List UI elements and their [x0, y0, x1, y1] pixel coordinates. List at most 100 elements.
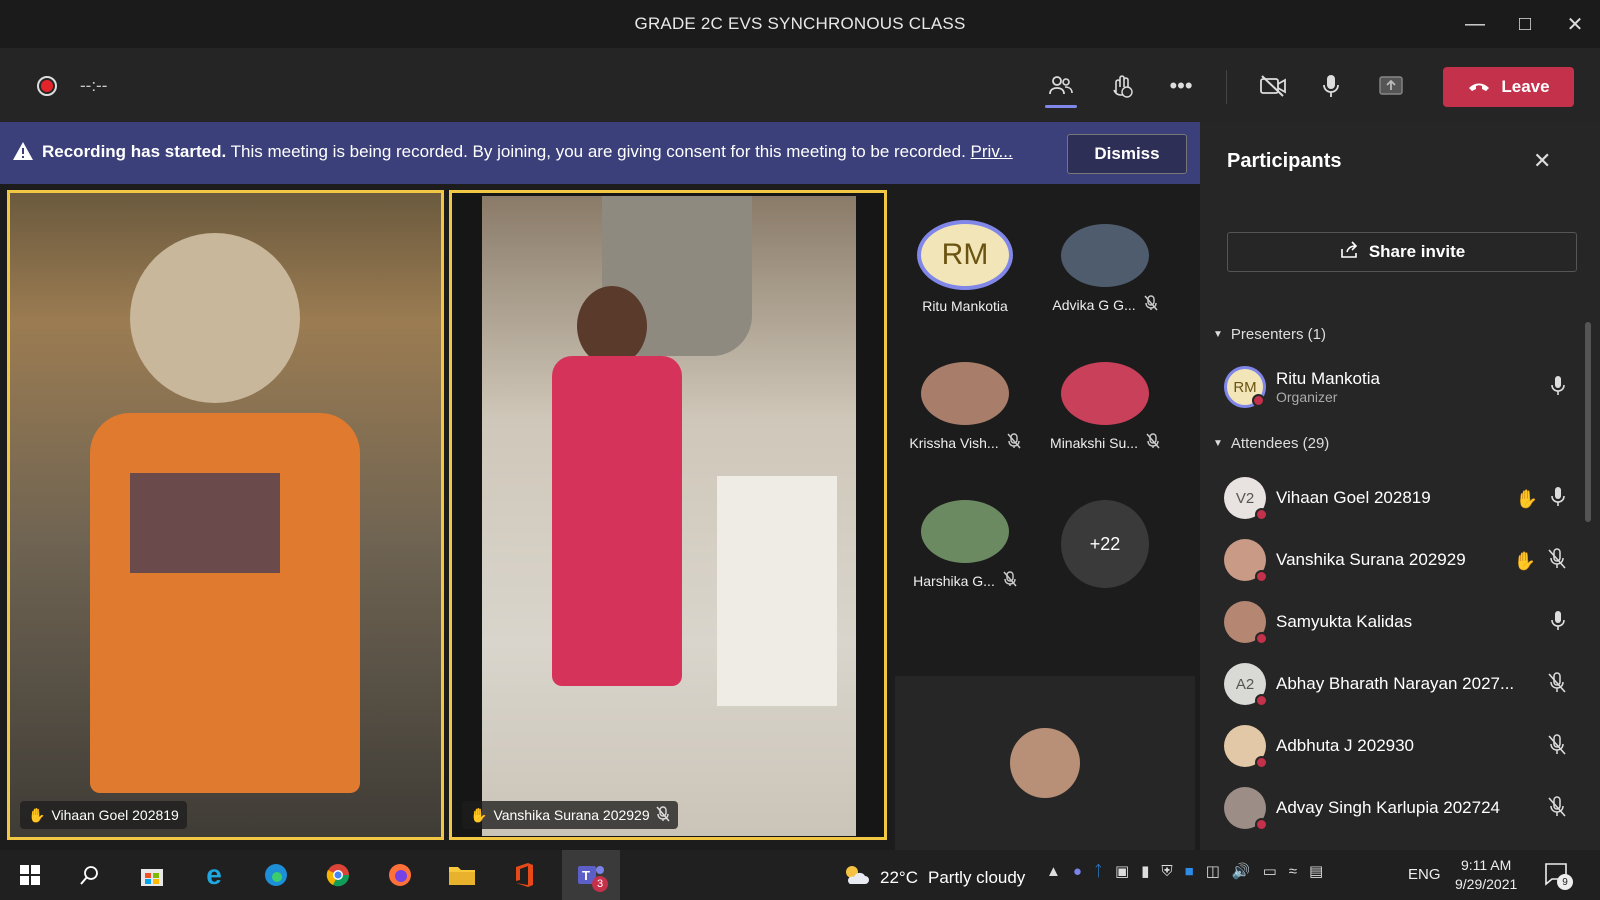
self-view[interactable]: [895, 676, 1195, 850]
avatar: [1224, 725, 1268, 769]
meeting-stage: ✋ Vihaan Goel 202819 ✋ Vanshika Surana 2…: [0, 184, 1200, 850]
avatar: RM: [1224, 366, 1266, 408]
share-icon: [1339, 240, 1359, 264]
clock[interactable]: 9:11 AM 9/29/2021: [1455, 856, 1517, 894]
reactions-icon[interactable]: [1103, 70, 1139, 102]
language-indicator[interactable]: ENG: [1408, 866, 1441, 883]
microphone-icon[interactable]: [1313, 70, 1349, 102]
meet-now-icon[interactable]: ▣: [1115, 862, 1129, 880]
dismiss-button[interactable]: Dismiss: [1067, 134, 1187, 174]
monitor-icon[interactable]: ▤: [1309, 862, 1323, 880]
minimize-icon[interactable]: —: [1450, 0, 1500, 48]
mic-off-icon: [656, 805, 670, 825]
teams-taskbar-icon[interactable]: T 3: [562, 850, 620, 900]
participants-panel: Participants ✕ Share invite ▼ Presenters…: [1200, 122, 1600, 850]
volume-icon[interactable]: 🔊: [1232, 862, 1251, 880]
close-panel-icon[interactable]: ✕: [1533, 148, 1551, 174]
participant-role: Organizer: [1276, 389, 1338, 405]
share-invite-button[interactable]: Share invite: [1227, 232, 1577, 272]
teams-badge: 3: [592, 876, 608, 892]
microphone-icon: [1550, 486, 1566, 513]
more-options-icon[interactable]: •••: [1163, 70, 1199, 102]
tile-name: Harshika G...: [913, 572, 995, 589]
mic-off-icon: [1548, 796, 1566, 823]
avatar: [1061, 362, 1149, 425]
tray-display-icon[interactable]: ◫: [1206, 862, 1220, 880]
partly-cloudy-icon: [842, 864, 870, 891]
toolbar-divider: [1226, 70, 1227, 104]
participant-row[interactable]: Samyukta Kalidas: [1224, 596, 1574, 648]
notification-center-icon[interactable]: 9: [1544, 862, 1573, 891]
video-picture-card: [130, 473, 280, 573]
mic-off-icon: [1003, 571, 1017, 590]
video-scene: [482, 196, 856, 836]
windows-start-icon[interactable]: [14, 859, 46, 891]
presenters-label: Presenters (1): [1230, 326, 1326, 343]
video-tile-vanshika[interactable]: ✋ Vanshika Surana 202929: [449, 190, 887, 840]
clock-time: 9:11 AM: [1460, 857, 1512, 873]
share-screen-icon[interactable]: [1373, 70, 1409, 102]
bluetooth-icon[interactable]: ᛏ: [1094, 863, 1103, 880]
close-window-icon[interactable]: ✕: [1550, 0, 1600, 48]
gallery-tile-harshika[interactable]: Harshika G...: [895, 460, 1035, 590]
video-name-tag: ✋ Vihaan Goel 202819: [20, 801, 187, 829]
mic-off-icon: [1548, 734, 1566, 761]
phone-hangup-icon: [1467, 77, 1491, 97]
weather-widget[interactable]: 22°C Partly cloudy: [842, 864, 1025, 891]
internet-explorer-icon[interactable]: e: [198, 859, 230, 891]
panel-title: Participants: [1227, 150, 1342, 172]
search-icon[interactable]: [74, 859, 106, 891]
video-person-head: [130, 233, 300, 403]
clock-date: 9/29/2021: [1455, 876, 1518, 892]
video-name: Vanshika Surana 202929: [493, 807, 650, 823]
firefox-icon[interactable]: [384, 859, 416, 891]
tray-app-icon[interactable]: ■: [1185, 863, 1194, 880]
file-explorer-icon[interactable]: [446, 859, 478, 891]
camera-off-icon[interactable]: [1255, 70, 1291, 102]
meeting-toolbar: --:-- ••• Leave: [0, 48, 1600, 122]
gallery-tile-advika[interactable]: Advika G G...: [1035, 184, 1175, 314]
title-bar: GRADE 2C EVS SYNCHRONOUS CLASS — □ ✕: [0, 0, 1600, 48]
participant-row[interactable]: Vanshika Surana 202929 ✋: [1224, 534, 1574, 586]
gallery-tile-krissha[interactable]: Krissha Vish...: [895, 322, 1035, 452]
video-tile-vihaan[interactable]: ✋ Vihaan Goel 202819: [7, 190, 444, 840]
participant-row[interactable]: V2 Vihaan Goel 202819 ✋: [1224, 472, 1574, 524]
meeting-timer: --:--: [80, 76, 108, 95]
participants-icon[interactable]: [1043, 70, 1079, 108]
avatar: RM: [917, 220, 1013, 290]
participant-name: Adbhuta J 202930: [1276, 736, 1415, 755]
avatar: [1061, 224, 1149, 287]
temperature: 22°C: [880, 867, 918, 887]
participant-row[interactable]: Advay Singh Karlupia 202724: [1224, 782, 1574, 834]
avatar: [1224, 787, 1268, 831]
tile-name: Advika G G...: [1052, 296, 1136, 313]
panel-scrollbar[interactable]: [1585, 322, 1591, 522]
gallery-tile-ritu[interactable]: RM Ritu Mankotia: [895, 184, 1035, 314]
banner-bold: Recording has started.: [42, 142, 227, 161]
office-icon[interactable]: [508, 859, 540, 891]
participant-row[interactable]: Adbhuta J 202930: [1224, 720, 1574, 772]
tray-teams-icon[interactable]: ●: [1073, 863, 1082, 880]
gallery-more-participants[interactable]: +22: [1035, 460, 1175, 590]
security-shield-icon[interactable]: ⛨: [1161, 863, 1172, 880]
battery-icon[interactable]: ▭: [1263, 862, 1277, 880]
presenters-section[interactable]: ▼ Presenters (1): [1213, 326, 1326, 343]
tray-mic-icon[interactable]: ▮: [1141, 862, 1149, 880]
participant-row[interactable]: A2 Abhay Bharath Narayan 2027...: [1224, 658, 1574, 710]
mic-off-icon: [1007, 433, 1021, 452]
store-icon[interactable]: [136, 859, 168, 891]
maximize-icon[interactable]: □: [1500, 0, 1550, 48]
participant-name: Vihaan Goel 202819: [1276, 488, 1431, 507]
edge-icon[interactable]: [260, 859, 292, 891]
chrome-icon[interactable]: [322, 859, 354, 891]
attendees-label: Attendees (29): [1230, 435, 1330, 452]
gallery-tile-minakshi[interactable]: Minakshi Su...: [1035, 322, 1175, 452]
privacy-link[interactable]: Priv...: [971, 142, 1013, 161]
leave-button[interactable]: Leave: [1443, 67, 1574, 107]
participant-row[interactable]: RM Ritu Mankotia Organizer: [1224, 361, 1574, 413]
wifi-icon[interactable]: ≈: [1289, 863, 1297, 880]
attendees-section[interactable]: ▼ Attendees (29): [1213, 435, 1329, 452]
tray-upload-icon[interactable]: ▲: [1046, 863, 1061, 880]
avatar: [921, 362, 1009, 425]
microphone-icon: [1550, 375, 1566, 402]
